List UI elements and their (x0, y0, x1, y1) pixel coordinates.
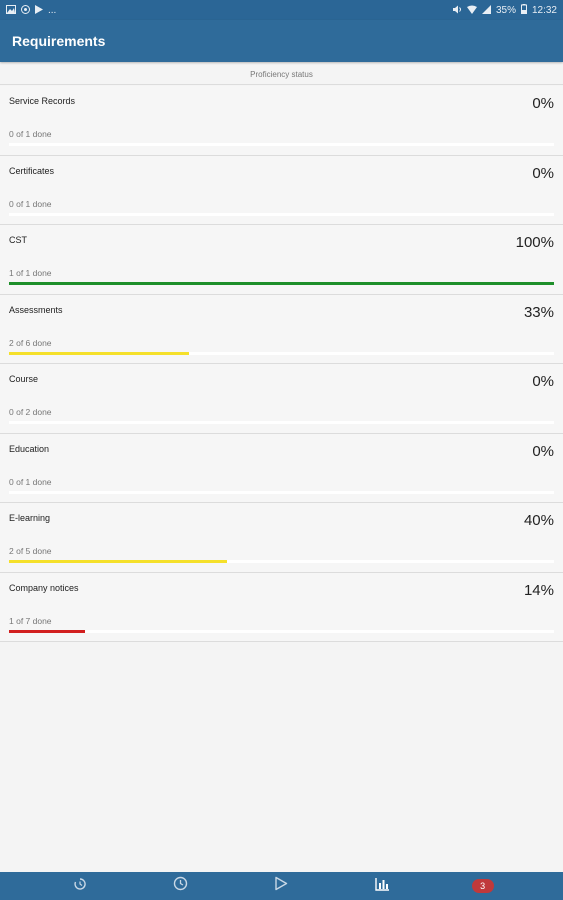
progress-track (9, 351, 554, 355)
clock-icon (173, 876, 188, 896)
requirement-title: CST (9, 235, 27, 245)
requirement-percent: 0% (532, 164, 554, 182)
requirement-row-company-notices[interactable]: Company notices 14% 1 of 7 done (0, 572, 563, 642)
requirement-percent: 0% (532, 373, 554, 390)
status-right: 35% 12:32 (452, 4, 557, 16)
requirement-done-count: 1 of 7 done (9, 615, 52, 626)
progress-fill (9, 629, 86, 633)
requirement-row-service-records[interactable]: Service Records 0% 0 of 1 done (0, 86, 563, 156)
progress-track (9, 421, 554, 424)
requirement-row-education[interactable]: Education 0% 0 of 1 done (0, 433, 563, 503)
nav-clock[interactable] (161, 872, 201, 900)
requirement-title: Certificates (9, 165, 55, 176)
nav-play[interactable] (261, 872, 301, 900)
progress-track (9, 490, 554, 494)
progress-track (9, 560, 554, 563)
nav-statistics[interactable] (362, 872, 402, 900)
battery-icon (520, 4, 527, 16)
bottom-nav: 3 (0, 872, 563, 900)
status-more: ... (48, 4, 57, 16)
clock-time: 12:32 (531, 4, 557, 16)
requirement-done-count: 0 of 2 done (9, 407, 52, 417)
volume-icon (452, 5, 462, 16)
requirement-done-count: 0 of 1 done (9, 129, 52, 139)
play-icon (274, 876, 288, 896)
bar-chart-icon (374, 877, 390, 896)
requirement-done-count: 0 of 1 done (9, 476, 52, 487)
signal-icon (481, 4, 491, 16)
requirement-percent: 0% (532, 95, 554, 112)
requirement-title: Education (9, 443, 50, 454)
requirement-row-certificates[interactable]: Certificates 0% 0 of 1 done (0, 155, 563, 225)
play-store-icon (35, 4, 43, 16)
nav-history[interactable] (60, 872, 100, 900)
requirement-percent: 33% (523, 303, 554, 321)
requirement-done-count: 0 of 1 done (9, 198, 52, 209)
section-subheader: Proficiency status (0, 65, 563, 85)
requirement-row-e-learning[interactable]: E-learning 40% 2 of 5 done (0, 503, 563, 573)
status-bar: ... 35% 12:32 (0, 0, 563, 20)
requirement-done-count: 1 of 1 done (9, 268, 52, 278)
history-icon (73, 877, 87, 896)
requirement-title: Course (9, 374, 39, 384)
requirement-percent: 40% (523, 512, 554, 529)
requirement-title: Company notices (9, 582, 79, 593)
progress-track (9, 143, 554, 146)
requirement-done-count: 2 of 6 done (9, 337, 52, 348)
progress-fill (9, 560, 227, 563)
requirement-done-count: 2 of 5 done (9, 546, 52, 556)
requirement-title: Service Records (9, 96, 76, 106)
progress-fill (9, 282, 554, 285)
page-title: Requirements (12, 33, 106, 49)
app-bar: Requirements (0, 20, 563, 62)
requirement-row-assessments[interactable]: Assessments 33% 2 of 6 done (0, 294, 563, 364)
battery-percent: 35% (495, 4, 516, 16)
requirement-percent: 14% (523, 581, 554, 599)
image-icon (6, 4, 16, 16)
requirement-row-course[interactable]: Course 0% 0 of 2 done (0, 364, 563, 434)
notification-badge: 3 (471, 879, 494, 893)
wifi-icon (466, 5, 477, 16)
status-left: ... (6, 4, 57, 16)
requirement-percent: 0% (532, 442, 554, 460)
requirement-title: Assessments (9, 304, 63, 315)
requirement-row-cst[interactable]: CST 100% 1 of 1 done (0, 225, 563, 295)
progress-track (9, 629, 554, 633)
requirements-list: Service Records 0% 0 of 1 done Certifica… (0, 86, 563, 642)
requirement-title: E-learning (9, 513, 51, 523)
progress-fill (9, 351, 189, 355)
circle-c-icon (21, 4, 30, 16)
progress-track (9, 212, 554, 216)
progress-track (9, 282, 554, 285)
requirement-percent: 100% (515, 234, 554, 251)
nav-notifications[interactable]: 3 (463, 872, 503, 900)
